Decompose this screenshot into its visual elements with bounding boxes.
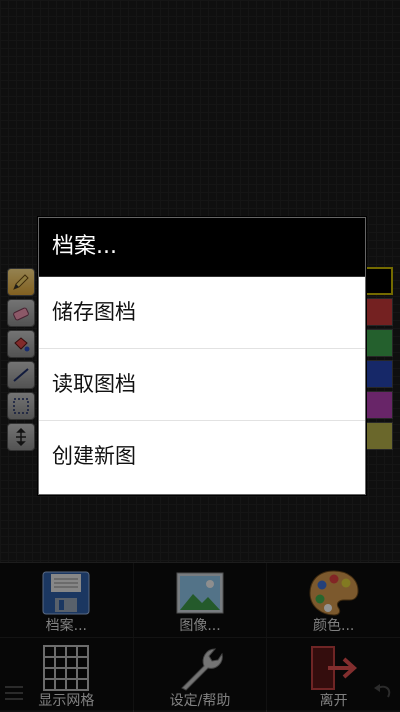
file-dialog: 档案... 储存图档 读取图档 创建新图	[38, 217, 366, 495]
load-image-option[interactable]: 读取图档	[39, 349, 365, 421]
new-image-option[interactable]: 创建新图	[39, 421, 365, 492]
dialog-title: 档案...	[39, 218, 365, 277]
save-image-option[interactable]: 储存图档	[39, 277, 365, 349]
